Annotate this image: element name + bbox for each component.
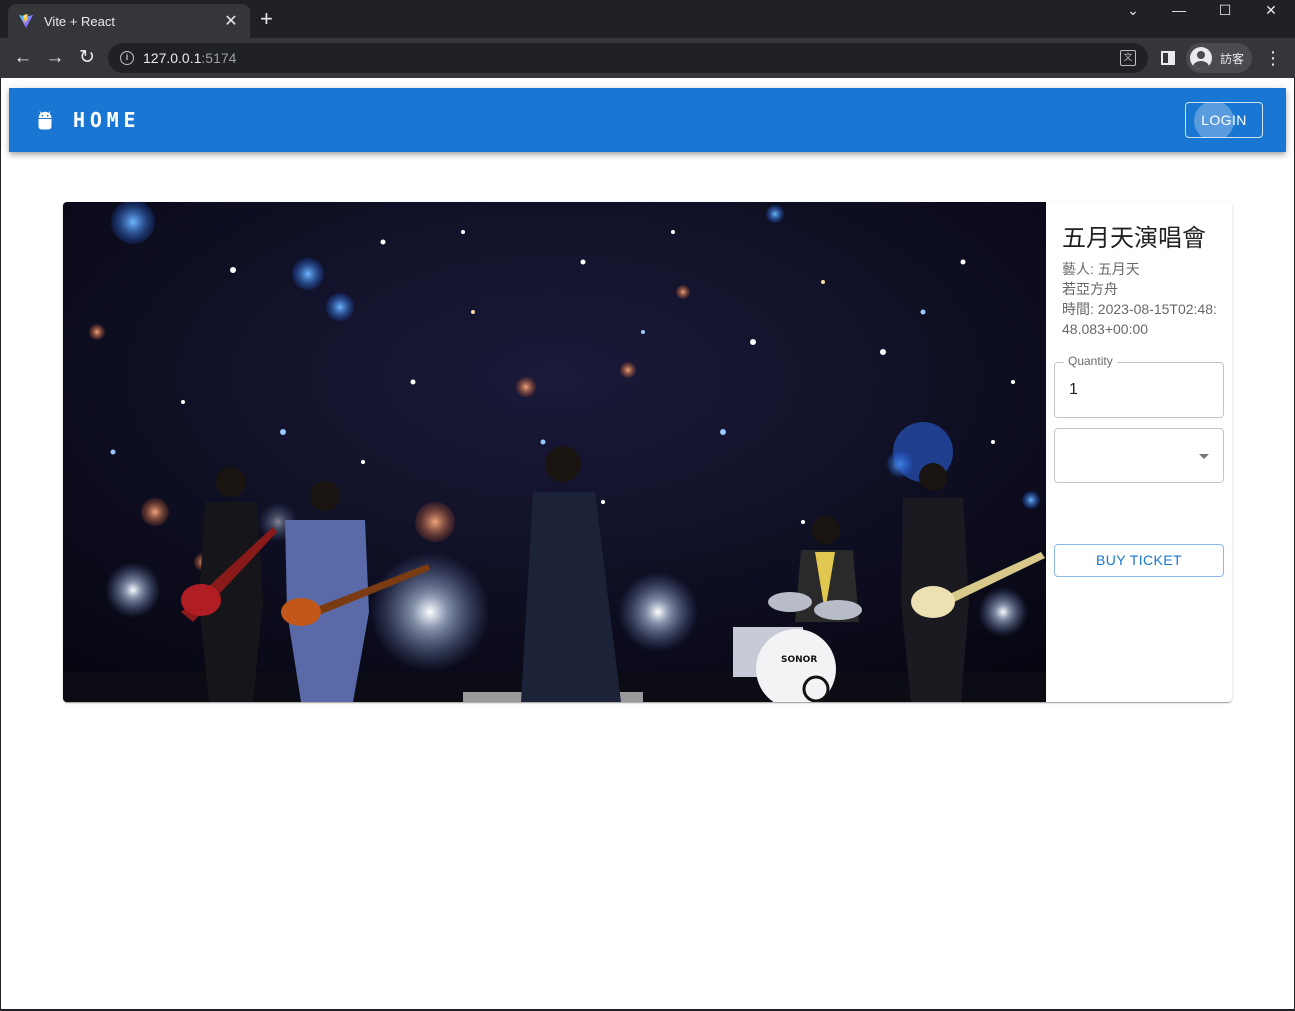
tab-search-icon[interactable]: ⌄: [1110, 0, 1156, 20]
url-host: 127.0.0.1: [143, 50, 202, 66]
tab-title: Vite + React: [44, 13, 115, 29]
app-bar: HOME LOGIN: [9, 88, 1286, 152]
profile-label: 訪客: [1220, 51, 1245, 66]
buy-ticket-button[interactable]: BUY TICKET: [1054, 544, 1224, 577]
svg-text:SONOR: SONOR: [781, 655, 817, 665]
event-details: 五月天演唱會 藝人: 五月天 若亞方舟 時間: 2023-08-15T02:48…: [1046, 202, 1232, 702]
vite-logo-icon: [19, 14, 33, 28]
concert-photo: SONOR: [63, 202, 1046, 702]
browser-toolbar: ← → ↻ i 127.0.0.1:5174 文 訪客 ⋮: [0, 38, 1295, 78]
login-button[interactable]: LOGIN: [1185, 102, 1263, 138]
quantity-field[interactable]: Quantity 1: [1054, 354, 1224, 418]
android-icon: [38, 111, 52, 130]
brand-title[interactable]: HOME: [73, 108, 1262, 132]
event-card: SONOR 五月天演唱會 藝人: 五月天 若亞方舟 時間: 2023-08-15…: [63, 202, 1232, 702]
ticket-type-select[interactable]: [1054, 428, 1224, 483]
reload-button[interactable]: ↻: [75, 46, 99, 70]
page-viewport: HOME LOGIN SONOR 五月天演唱會 藝人: 五月天 若亞方舟 時間:…: [1, 78, 1294, 1009]
event-venue: 若亞方舟: [1062, 281, 1118, 297]
close-window-button[interactable]: ✕: [1248, 0, 1294, 20]
event-artist: 藝人: 五月天: [1062, 261, 1140, 277]
event-title: 五月天演唱會: [1062, 224, 1206, 252]
url-port: :5174: [201, 50, 237, 66]
new-tab-button[interactable]: +: [260, 8, 273, 30]
site-info-icon[interactable]: i: [120, 51, 134, 65]
quantity-value: 1: [1069, 381, 1078, 398]
event-meta: 藝人: 五月天 若亞方舟 時間: 2023-08-15T02:48:48.083…: [1062, 259, 1224, 339]
forward-button[interactable]: →: [43, 46, 67, 70]
event-time: 時間: 2023-08-15T02:48:48.083+00:00: [1062, 301, 1217, 337]
avatar-icon: [1190, 47, 1212, 69]
quantity-label: Quantity: [1064, 354, 1117, 368]
translate-icon[interactable]: 文: [1120, 50, 1136, 66]
back-button[interactable]: ←: [11, 46, 35, 70]
browser-tab[interactable]: Vite + React ✕: [8, 4, 250, 38]
browser-menu-icon[interactable]: ⋮: [1264, 46, 1282, 70]
dropdown-arrow-icon: [1199, 454, 1209, 459]
tab-close-icon[interactable]: ✕: [222, 11, 240, 31]
maximize-button[interactable]: ☐: [1202, 0, 1248, 20]
minimize-button[interactable]: —: [1156, 0, 1202, 20]
login-button-label: LOGIN: [1201, 112, 1247, 128]
side-panel-icon[interactable]: [1161, 51, 1175, 65]
profile-button[interactable]: 訪客: [1186, 43, 1252, 73]
browser-tabstrip: Vite + React ✕ + ⌄ — ☐ ✕: [0, 0, 1295, 38]
address-bar[interactable]: i 127.0.0.1:5174 文: [108, 43, 1148, 73]
